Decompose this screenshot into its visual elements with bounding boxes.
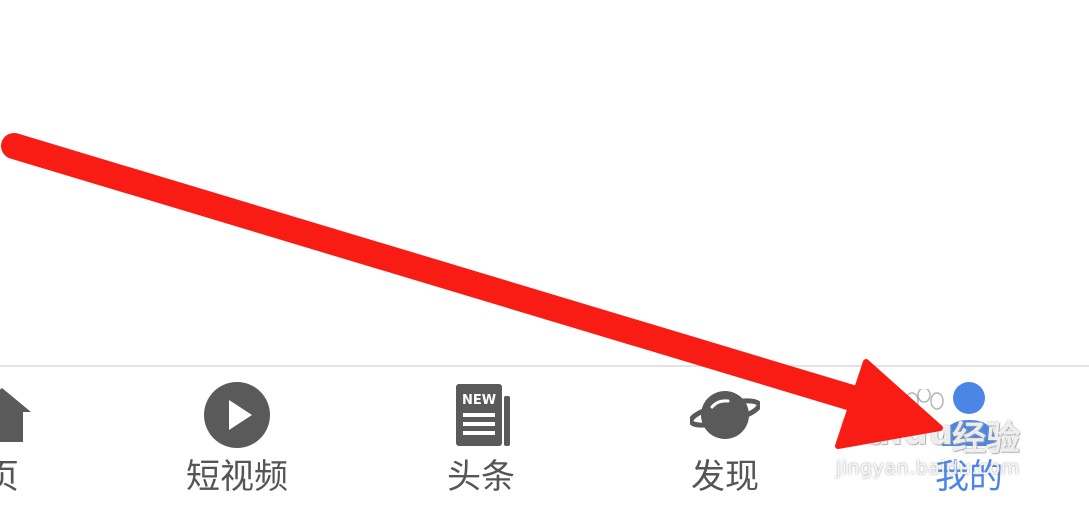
tab-label-discover: 发现 bbox=[691, 457, 759, 497]
tab-label-headlines: 头条 bbox=[447, 457, 515, 497]
user-icon bbox=[942, 382, 996, 446]
tab-short-video[interactable]: 短视频 bbox=[157, 367, 317, 508]
tab-discover[interactable]: 发现 bbox=[645, 367, 805, 508]
content-area bbox=[0, 0, 1089, 365]
news-icon: NEW bbox=[456, 384, 510, 446]
tab-headlines[interactable]: NEW 头条 bbox=[401, 367, 561, 508]
tab-me[interactable]: 我的 bbox=[889, 367, 1049, 508]
planet-icon bbox=[690, 391, 760, 439]
home-icon bbox=[0, 388, 31, 442]
bottom-tab-bar: 页 短视频 NEW 头条 发现 我的 bbox=[0, 365, 1089, 508]
news-icon-text: NEW bbox=[462, 393, 496, 408]
tab-home[interactable]: 页 bbox=[0, 367, 82, 508]
tab-label-home: 页 bbox=[0, 457, 19, 497]
app-screen: 页 短视频 NEW 头条 发现 我的 Baidu 经验 jingyan.baid… bbox=[0, 0, 1089, 508]
play-circle-icon bbox=[204, 382, 270, 448]
tab-label-me: 我的 bbox=[935, 457, 1003, 497]
tab-label-short-video: 短视频 bbox=[186, 457, 288, 497]
